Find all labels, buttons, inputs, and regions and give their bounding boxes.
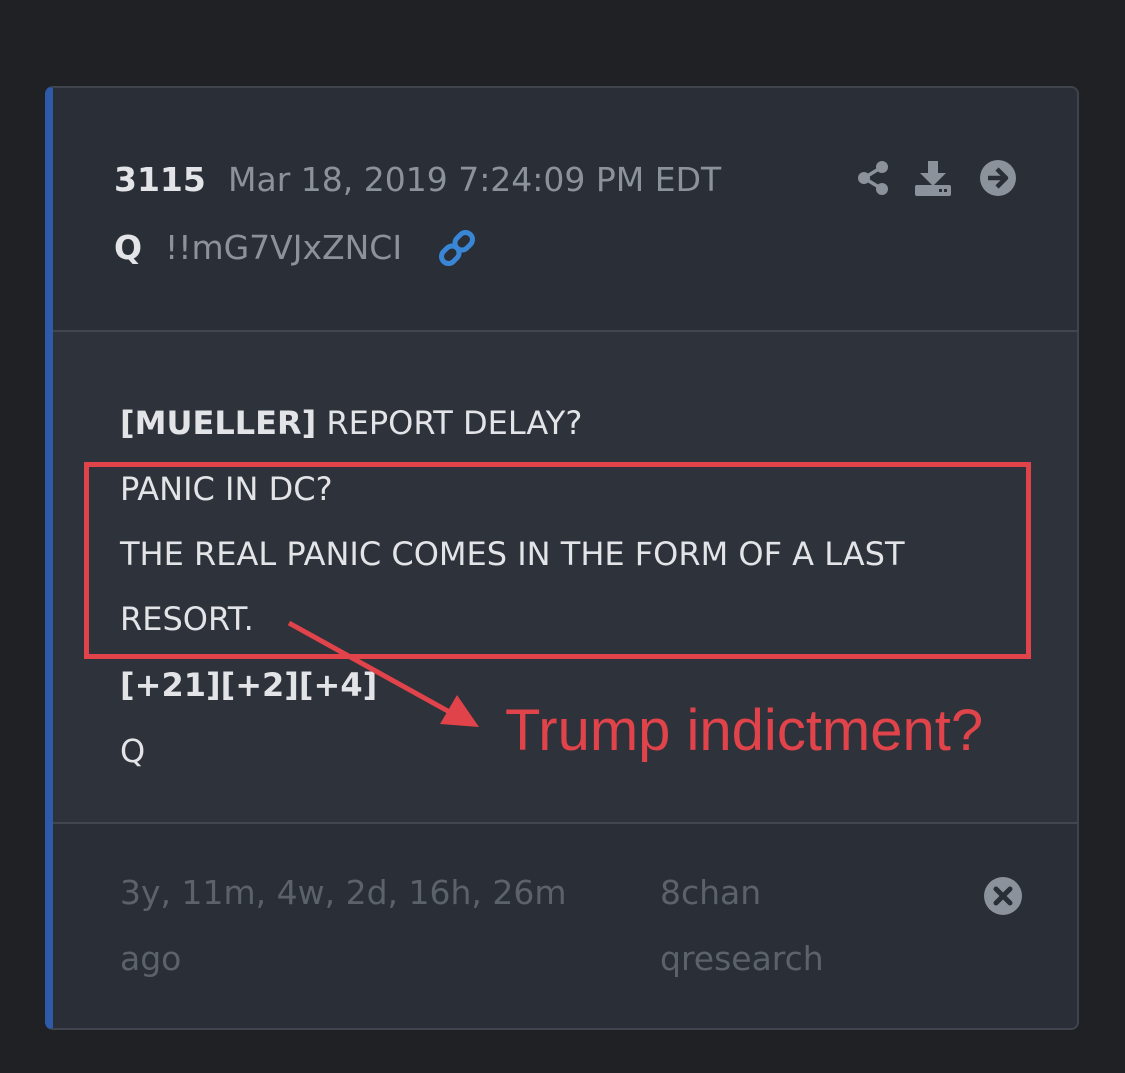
annotation-text: Trump indictment? xyxy=(505,698,984,763)
link-icon[interactable] xyxy=(435,226,479,270)
close-circle-icon[interactable] xyxy=(983,876,1023,916)
mueller-tag: [MUELLER] xyxy=(120,404,317,442)
annotation-arrow xyxy=(287,620,479,727)
author-name: Q xyxy=(114,228,143,267)
post-line-2: PANIC IN DC? xyxy=(120,470,333,508)
post-line-1: [MUELLER] REPORT DELAY? xyxy=(120,404,582,442)
post-card: 3115 Mar 18, 2019 7:24:09 PM EDT Q !!mG7… xyxy=(45,86,1079,1030)
tripcode: !!mG7VJxZNCI xyxy=(165,228,403,267)
post-header: 3115 Mar 18, 2019 7:24:09 PM EDT Q !!mG7… xyxy=(53,88,1077,332)
post-line-4: RESORT. xyxy=(120,600,254,638)
post-line-1-text: REPORT DELAY? xyxy=(316,404,583,442)
share-icon[interactable] xyxy=(853,158,893,198)
post-signature: Q xyxy=(120,732,146,770)
post-number[interactable]: 3115 xyxy=(114,160,206,199)
arrow-right-circle-icon[interactable] xyxy=(978,158,1018,198)
post-line-3: THE REAL PANIC COMES IN THE FORM OF A LA… xyxy=(120,535,905,573)
post-body: [MUELLER] REPORT DELAY? PANIC IN DC? THE… xyxy=(53,332,1077,824)
post-footer: 3y, 11m, 4w, 2d, 16h, 26m ago 8chan qres… xyxy=(53,824,1077,1028)
download-icon[interactable] xyxy=(913,158,953,198)
elapsed-time: 3y, 11m, 4w, 2d, 16h, 26m ago xyxy=(120,873,567,978)
post-source: 8chan qresearch xyxy=(660,873,824,978)
post-date: Mar 18, 2019 7:24:09 PM EDT xyxy=(228,160,722,199)
